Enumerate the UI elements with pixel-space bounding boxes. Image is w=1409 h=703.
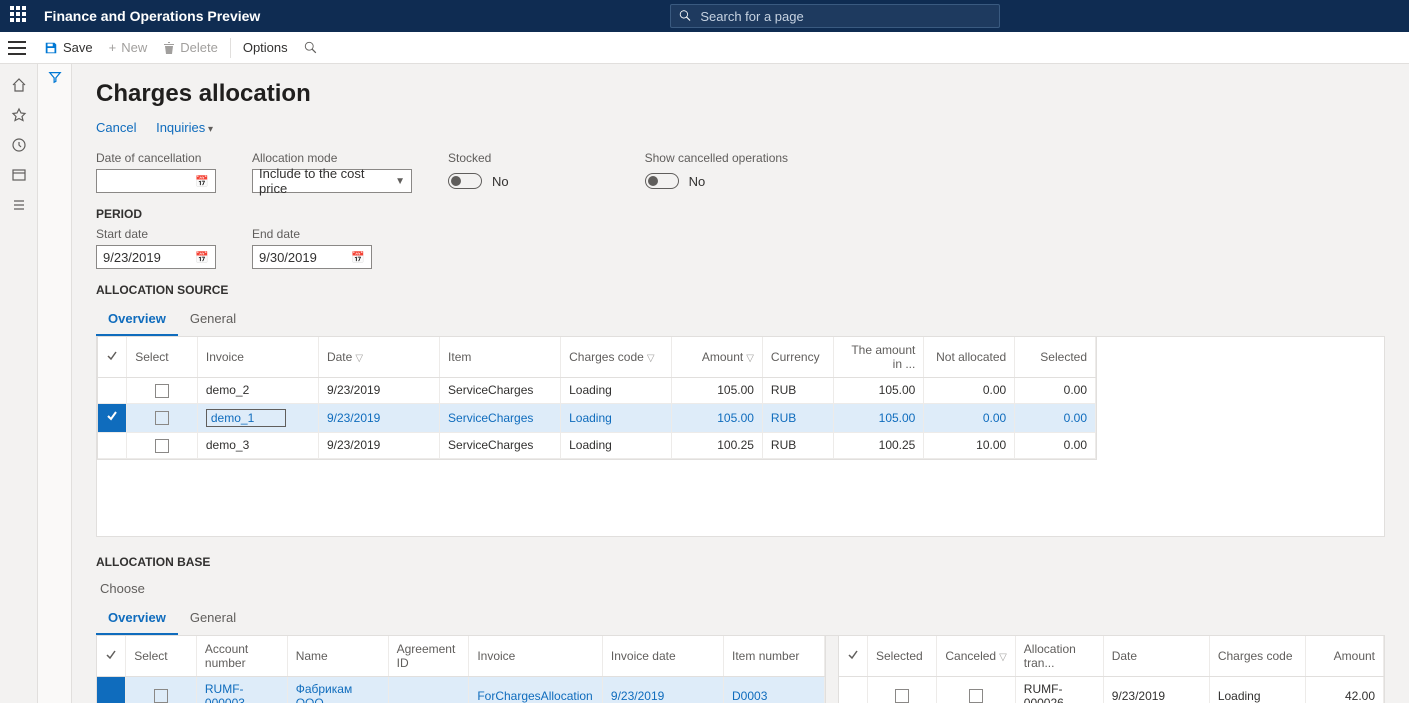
cancel-link[interactable]: Cancel bbox=[96, 120, 136, 135]
calendar-icon[interactable]: 📅 bbox=[195, 251, 209, 264]
allocation-mode-label: Allocation mode bbox=[252, 151, 412, 165]
col-name[interactable]: Name bbox=[287, 636, 388, 677]
col-invoice[interactable]: Invoice bbox=[469, 636, 603, 677]
filter-icon: ▽ bbox=[999, 652, 1007, 663]
page-title: Charges allocation bbox=[96, 80, 1385, 108]
col-date[interactable]: Date bbox=[1103, 636, 1209, 677]
search-icon bbox=[679, 9, 692, 23]
allocation-source-grid: Select Invoice Date▽ Item Charges code▽ … bbox=[97, 337, 1097, 460]
col-account[interactable]: Account number bbox=[196, 636, 287, 677]
date-cancellation-field[interactable]: 📅 bbox=[96, 169, 216, 193]
col-amount-in[interactable]: The amount in ... bbox=[833, 337, 924, 378]
search-icon bbox=[304, 41, 318, 55]
col-select[interactable]: Select bbox=[126, 636, 197, 677]
calendar-icon[interactable]: 📅 bbox=[195, 175, 209, 188]
source-section-title: ALLOCATION SOURCE bbox=[96, 283, 1385, 297]
col-item[interactable]: Item bbox=[440, 337, 561, 378]
period-section-title: PERIOD bbox=[96, 207, 1385, 221]
table-row[interactable]: RUMF-0000269/23/2019Loading42.00 bbox=[839, 677, 1384, 703]
workspaces-icon[interactable] bbox=[0, 160, 37, 190]
end-date-field[interactable]: 9/30/2019📅 bbox=[252, 245, 372, 269]
date-cancellation-label: Date of cancellation bbox=[96, 151, 216, 165]
end-date-label: End date bbox=[252, 227, 372, 241]
global-search[interactable] bbox=[670, 4, 1000, 28]
show-cancelled-label: Show cancelled operations bbox=[645, 151, 788, 165]
chevron-down-icon: ▼ bbox=[395, 176, 405, 187]
new-button[interactable]: + New bbox=[101, 32, 156, 63]
allocation-mode-select[interactable]: Include to the cost price▼ bbox=[252, 169, 412, 193]
tab-overview-base[interactable]: Overview bbox=[96, 602, 178, 635]
tab-overview[interactable]: Overview bbox=[96, 303, 178, 336]
table-row[interactable]: RUMF-000003Фабрикам ООО ForChargesAlloca… bbox=[97, 677, 825, 703]
col-not-allocated[interactable]: Not allocated bbox=[924, 337, 1015, 378]
recent-icon[interactable] bbox=[0, 130, 37, 160]
table-row[interactable]: demo_1 9/23/2019ServiceChargesLoading 10… bbox=[98, 403, 1096, 432]
col-date[interactable]: Date▽ bbox=[318, 337, 439, 378]
inquiries-menu[interactable]: Inquiries bbox=[156, 120, 213, 135]
filter-icon: ▽ bbox=[746, 353, 754, 364]
col-selected[interactable]: Selected bbox=[868, 636, 937, 677]
modules-icon[interactable] bbox=[0, 190, 37, 220]
start-date-field[interactable]: 9/23/2019📅 bbox=[96, 245, 216, 269]
app-title: Finance and Operations Preview bbox=[44, 8, 260, 24]
app-launcher-icon[interactable] bbox=[10, 6, 30, 26]
row-checkbox[interactable] bbox=[969, 689, 983, 703]
row-checkbox[interactable] bbox=[155, 411, 169, 425]
search-command-button[interactable] bbox=[296, 32, 326, 63]
delete-button[interactable]: Delete bbox=[155, 32, 226, 63]
filter-icon: ▽ bbox=[355, 353, 363, 364]
nav-toggle-icon[interactable] bbox=[8, 41, 26, 55]
col-charges-code[interactable]: Charges code bbox=[1209, 636, 1305, 677]
col-invoice[interactable]: Invoice bbox=[197, 337, 318, 378]
col-invoice-date[interactable]: Invoice date bbox=[602, 636, 723, 677]
search-input[interactable] bbox=[700, 9, 991, 24]
col-alloc-tran[interactable]: Allocation tran... bbox=[1015, 636, 1103, 677]
choose-button[interactable]: Choose bbox=[96, 575, 1385, 602]
row-checkbox[interactable] bbox=[895, 689, 909, 703]
base-section-title: ALLOCATION BASE bbox=[96, 555, 1385, 569]
save-icon bbox=[44, 41, 58, 55]
options-button[interactable]: Options bbox=[235, 32, 296, 63]
row-checkbox[interactable] bbox=[155, 384, 169, 398]
col-select[interactable]: Select bbox=[127, 337, 198, 378]
col-item-number[interactable]: Item number bbox=[724, 636, 825, 677]
col-selected[interactable]: Selected bbox=[1015, 337, 1096, 378]
table-row[interactable]: demo_2 9/23/2019ServiceChargesLoading 10… bbox=[98, 378, 1096, 404]
plus-icon: + bbox=[109, 40, 117, 55]
stocked-label: Stocked bbox=[448, 151, 509, 165]
allocation-base-right-grid: Selected Canceled▽ Allocation tran... Da… bbox=[838, 636, 1385, 703]
tab-general-base[interactable]: General bbox=[178, 602, 248, 635]
col-currency[interactable]: Currency bbox=[762, 337, 833, 378]
allocation-base-left-grid: Select Account number Name Agreement ID … bbox=[96, 636, 826, 703]
calendar-icon[interactable]: 📅 bbox=[351, 251, 365, 264]
col-amount[interactable]: Amount▽ bbox=[672, 337, 763, 378]
filter-icon: ▽ bbox=[647, 353, 655, 364]
filter-pane-icon[interactable] bbox=[48, 70, 62, 703]
col-agreement[interactable]: Agreement ID bbox=[388, 636, 469, 677]
save-button[interactable]: Save bbox=[36, 32, 101, 63]
select-all[interactable] bbox=[839, 636, 868, 677]
stocked-toggle[interactable] bbox=[448, 173, 482, 189]
start-date-label: Start date bbox=[96, 227, 216, 241]
select-all[interactable] bbox=[97, 636, 126, 677]
row-checkbox[interactable] bbox=[155, 439, 169, 453]
table-row[interactable]: demo_3 9/23/2019ServiceChargesLoading 10… bbox=[98, 432, 1096, 458]
select-all[interactable] bbox=[98, 337, 127, 378]
col-canceled[interactable]: Canceled▽ bbox=[937, 636, 1015, 677]
tab-general[interactable]: General bbox=[178, 303, 248, 336]
col-charges[interactable]: Charges code▽ bbox=[561, 337, 672, 378]
trash-icon bbox=[163, 41, 175, 55]
row-checkbox[interactable] bbox=[154, 689, 168, 703]
col-amount[interactable]: Amount bbox=[1306, 636, 1384, 677]
home-icon[interactable] bbox=[0, 70, 37, 100]
favorites-icon[interactable] bbox=[0, 100, 37, 130]
show-cancelled-toggle[interactable] bbox=[645, 173, 679, 189]
